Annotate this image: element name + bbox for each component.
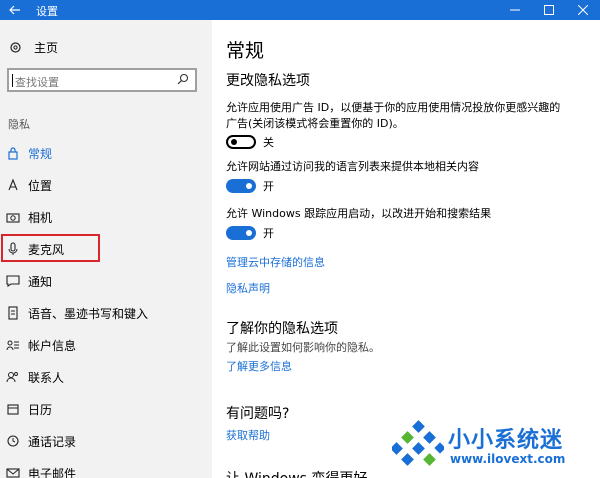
section-desc-know-privacy: 了解此设置如何影响你的隐私。	[226, 341, 380, 354]
sidebar-item-label: 通话记录	[28, 435, 77, 449]
option-language-list-text: 允许网站通过访问我的语言列表来提供本地相关内容	[226, 160, 479, 173]
gear-icon	[8, 41, 22, 54]
main-content: 常规 更改隐私选项 允许应用使用广告 ID，以便基于你的应用使用情况投放你更感兴…	[212, 20, 600, 478]
close-button[interactable]	[566, 0, 600, 20]
watermark-title: 小小系统迷	[448, 428, 564, 453]
sidebar-item-speech[interactable]: 语音、墨迹书写和键入	[0, 298, 212, 328]
camera-icon	[6, 210, 20, 224]
sidebar-home-label: 主页	[34, 40, 59, 55]
toggle-language-list-state: 开	[263, 180, 274, 193]
email-icon	[6, 466, 20, 478]
sidebar-item-calendar[interactable]: 日历	[0, 394, 212, 424]
contacts-icon	[6, 370, 20, 384]
sidebar-item-account-info[interactable]: 帐户信息	[0, 330, 212, 360]
link-learn-more[interactable]: 了解更多信息	[226, 358, 292, 374]
toggle-language-list[interactable]	[226, 179, 256, 193]
account-info-icon	[6, 338, 20, 352]
title-bar: 设置	[0, 0, 600, 20]
watermark: 小小系统迷 www.ilovext.com	[392, 418, 592, 474]
toggle-advertising-id-state: 关	[263, 136, 274, 149]
watermark-url: www.ilovext.com	[450, 452, 566, 466]
call-history-icon	[6, 434, 20, 448]
link-privacy-statement[interactable]: 隐私声明	[226, 280, 270, 296]
back-arrow-icon	[9, 5, 20, 15]
search-icon[interactable]	[177, 72, 189, 88]
sidebar-item-contacts[interactable]: 联系人	[0, 362, 212, 392]
minimize-icon	[510, 9, 520, 11]
close-icon	[578, 5, 588, 15]
sidebar-item-label: 常规	[28, 147, 53, 161]
link-get-help[interactable]: 获取帮助	[226, 427, 270, 443]
toggle-track-launches-state: 开	[263, 227, 274, 240]
sidebar-item-call-history[interactable]: 通话记录	[0, 426, 212, 456]
sidebar-item-camera[interactable]: 相机	[0, 202, 212, 232]
sidebar-item-label: 日历	[28, 403, 53, 417]
section-title-know-privacy: 了解你的隐私选项	[226, 321, 338, 337]
section-title-questions: 有问题吗?	[226, 406, 290, 422]
lock-icon	[6, 146, 20, 160]
search-input[interactable]: 查找设置	[7, 68, 197, 92]
sidebar-item-general[interactable]: 常规	[0, 138, 212, 168]
location-icon	[6, 178, 20, 192]
minimize-button[interactable]	[498, 0, 532, 20]
sidebar-item-notifications[interactable]: 通知	[0, 266, 212, 296]
sidebar-item-label: 位置	[28, 179, 53, 193]
speech-icon	[6, 306, 20, 320]
maximize-button[interactable]	[532, 0, 566, 20]
sidebar-item-label: 语音、墨迹书写和键入	[28, 307, 149, 321]
window-title: 设置	[36, 5, 58, 18]
page-title: 常规	[226, 40, 265, 62]
sidebar-item-location[interactable]: 位置	[0, 170, 212, 200]
notification-icon	[6, 274, 20, 288]
toggle-advertising-id[interactable]	[226, 135, 256, 149]
sidebar-item-label: 相机	[28, 211, 53, 225]
calendar-icon	[6, 402, 20, 416]
sidebar-section-label: 隐私	[8, 118, 30, 131]
sidebar-item-label: 帐户信息	[28, 339, 77, 353]
text-caret	[12, 74, 13, 87]
maximize-icon	[544, 5, 554, 15]
back-button[interactable]	[0, 0, 30, 20]
sidebar-item-label: 电子邮件	[28, 467, 77, 478]
toggle-track-launches[interactable]	[226, 226, 256, 240]
watermark-logo	[392, 420, 444, 466]
microphone-icon	[6, 242, 20, 256]
sidebar-item-label: 联系人	[28, 371, 65, 385]
section-title-change-privacy: 更改隐私选项	[226, 73, 310, 89]
sidebar-item-microphone[interactable]: 麦克风	[0, 234, 212, 264]
sidebar: 主页 查找设置 隐私 常规 位置 相机 麦克风 通知 语音、墨迹书写和键入 帐户…	[0, 20, 212, 478]
sidebar-item-label: 通知	[28, 275, 53, 289]
sidebar-home[interactable]: 主页	[8, 38, 58, 56]
section-title-make-better: 让 Windows 变得更好	[226, 468, 367, 478]
search-placeholder: 查找设置	[15, 76, 59, 89]
option-advertising-id-text: 允许应用使用广告 ID，以便基于你的应用使用情况投放你更感兴趣的广告(关闭该模式…	[226, 101, 561, 130]
sidebar-item-label: 麦克风	[28, 243, 65, 257]
option-track-launches-text: 允许 Windows 跟踪应用启动，以改进开始和搜索结果	[226, 207, 492, 220]
sidebar-item-email[interactable]: 电子邮件	[0, 458, 212, 478]
link-manage-cloud-info[interactable]: 管理云中存储的信息	[226, 254, 325, 270]
